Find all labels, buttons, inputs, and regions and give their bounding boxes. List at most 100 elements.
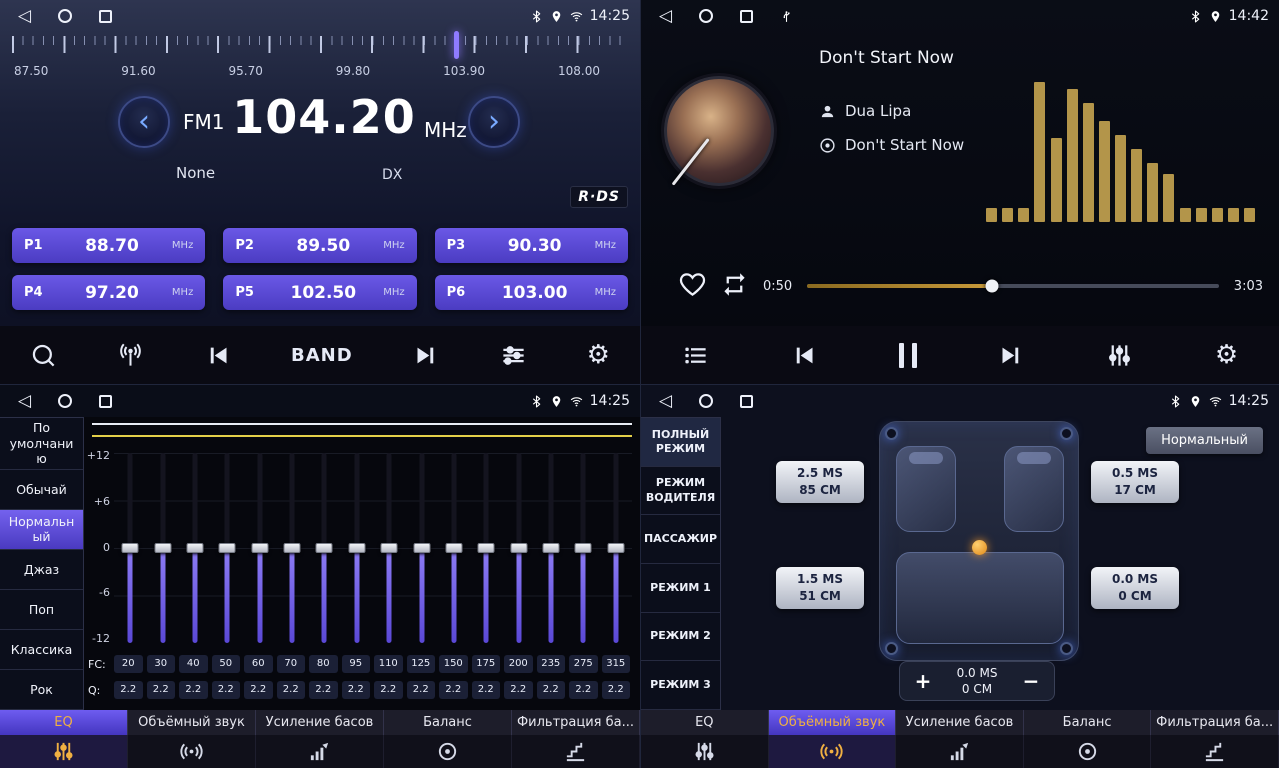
nav-home-icon[interactable] — [699, 9, 713, 23]
eq-slider-knob[interactable] — [381, 543, 398, 553]
tune-down-button[interactable]: ‹ — [118, 96, 170, 148]
preset-button-p4[interactable]: P497.20MHz — [12, 275, 205, 310]
eq-slider-knob[interactable] — [251, 543, 268, 553]
delay-increase-button[interactable]: + — [912, 669, 934, 693]
front-right-delay[interactable]: 0.5 MS 17 CM — [1091, 461, 1179, 503]
audio-tab-1[interactable]: EQ — [0, 710, 128, 768]
audio-tab-5[interactable]: Фильтрация ба... — [512, 710, 640, 768]
preset-button-p2[interactable]: P289.50MHz — [223, 228, 416, 263]
audio-tab-3[interactable]: Усиление басов — [256, 710, 384, 768]
next-station-icon[interactable] — [413, 342, 440, 369]
nav-back-icon[interactable]: ◁ — [659, 393, 672, 410]
eq-band-slider[interactable] — [503, 453, 535, 643]
audio-tab-4[interactable]: Баланс — [384, 710, 512, 768]
eq-slider-knob[interactable] — [348, 543, 365, 553]
eq-band-slider[interactable] — [211, 453, 243, 643]
repeat-icon[interactable] — [721, 271, 748, 302]
eq-preset-item[interactable]: Поп — [0, 590, 83, 630]
eq-band-slider[interactable] — [179, 453, 211, 643]
frequency-scale[interactable] — [12, 36, 626, 60]
sound-preset-button[interactable]: Нормальный — [1146, 427, 1263, 454]
nav-home-icon[interactable] — [699, 394, 713, 408]
nav-recents-icon[interactable] — [99, 395, 112, 408]
audio-tab-2[interactable]: Объёмный звук — [769, 710, 897, 768]
audio-tab-5[interactable]: Фильтрация ба... — [1151, 710, 1279, 768]
settings-icon[interactable]: ⚙ — [1215, 342, 1238, 368]
rear-left-delay[interactable]: 1.5 MS 51 CM — [776, 567, 864, 609]
eq-slider-knob[interactable] — [510, 543, 527, 553]
eq-slider-knob[interactable] — [478, 543, 495, 553]
rear-right-delay[interactable]: 0.0 MS 0 CM — [1091, 567, 1179, 609]
nav-back-icon[interactable]: ◁ — [659, 8, 672, 25]
audio-tab-2[interactable]: Объёмный звук — [128, 710, 256, 768]
progress-slider[interactable] — [807, 284, 1219, 288]
preset-button-p3[interactable]: P390.30MHz — [435, 228, 628, 263]
eq-band-slider[interactable] — [114, 453, 146, 643]
eq-band-slider[interactable] — [535, 453, 567, 643]
tune-up-button[interactable]: › — [468, 96, 520, 148]
audio-tab-4[interactable]: Баланс — [1024, 710, 1152, 768]
eq-band-slider[interactable] — [244, 453, 276, 643]
eq-band-slider[interactable] — [308, 453, 340, 643]
surround-mode-item[interactable]: РЕЖИМ 2 — [641, 613, 720, 662]
playlist-icon[interactable] — [682, 342, 709, 369]
surround-mode-item[interactable]: ПОЛНЫЙ РЕЖИМ — [641, 418, 720, 467]
eq-band-slider[interactable] — [373, 453, 405, 643]
rear-right-speaker-icon[interactable] — [1060, 642, 1073, 655]
surround-mode-item[interactable]: РЕЖИМ 1 — [641, 564, 720, 613]
eq-band-slider[interactable] — [567, 453, 599, 643]
eq-band-slider[interactable] — [438, 453, 470, 643]
preset-button-p6[interactable]: P6103.00MHz — [435, 275, 628, 310]
surround-mode-item[interactable]: РЕЖИМ 3 — [641, 661, 720, 710]
eq-preset-item[interactable]: По умолчанию — [0, 418, 83, 470]
preset-button-p5[interactable]: P5102.50MHz — [223, 275, 416, 310]
nav-back-icon[interactable]: ◁ — [18, 393, 31, 410]
settings-icon[interactable]: ⚙ — [587, 342, 610, 368]
band-button[interactable]: BAND — [291, 345, 353, 366]
scan-icon[interactable] — [30, 342, 57, 369]
front-left-delay[interactable]: 2.5 MS 85 CM — [776, 461, 864, 503]
nav-home-icon[interactable] — [58, 9, 72, 23]
eq-band-slider[interactable] — [405, 453, 437, 643]
eq-preset-item[interactable]: Обычай — [0, 470, 83, 510]
eq-slider-knob[interactable] — [607, 543, 624, 553]
audio-tab-3[interactable]: Усиление басов — [896, 710, 1024, 768]
delay-decrease-button[interactable]: − — [1020, 669, 1042, 693]
eq-band-slider[interactable] — [276, 453, 308, 643]
broadcast-icon[interactable] — [117, 342, 144, 369]
rear-left-speaker-icon[interactable] — [885, 642, 898, 655]
eq-slider-knob[interactable] — [219, 543, 236, 553]
nav-back-icon[interactable]: ◁ — [18, 8, 31, 25]
eq-band-slider[interactable] — [146, 453, 178, 643]
eq-preset-item[interactable]: Классика — [0, 630, 83, 670]
equalizer-icon[interactable] — [500, 342, 527, 369]
preset-button-p1[interactable]: P188.70MHz — [12, 228, 205, 263]
eq-slider-knob[interactable] — [575, 543, 592, 553]
front-right-speaker-icon[interactable] — [1060, 427, 1073, 440]
eq-slider-knob[interactable] — [284, 543, 301, 553]
surround-mode-item[interactable]: РЕЖИМ ВОДИТЕЛЯ — [641, 467, 720, 516]
eq-slider-knob[interactable] — [186, 543, 203, 553]
nav-recents-icon[interactable] — [99, 10, 112, 23]
previous-station-icon[interactable] — [204, 342, 231, 369]
nav-home-icon[interactable] — [58, 394, 72, 408]
nav-recents-icon[interactable] — [740, 10, 753, 23]
eq-slider-knob[interactable] — [413, 543, 430, 553]
eq-slider-knob[interactable] — [543, 543, 560, 553]
pause-icon[interactable] — [899, 343, 917, 368]
mixer-icon[interactable] — [1106, 342, 1133, 369]
eq-band-slider[interactable] — [341, 453, 373, 643]
front-left-speaker-icon[interactable] — [885, 427, 898, 440]
eq-preset-item[interactable]: Нормальный — [0, 510, 83, 550]
eq-band-slider[interactable] — [600, 453, 632, 643]
eq-slider-knob[interactable] — [316, 543, 333, 553]
surround-mode-item[interactable]: ПАССАЖИР — [641, 515, 720, 564]
eq-slider-knob[interactable] — [154, 543, 171, 553]
eq-preset-item[interactable]: Рок — [0, 670, 83, 710]
listening-position-marker[interactable] — [972, 540, 987, 555]
eq-slider-knob[interactable] — [445, 543, 462, 553]
eq-preset-item[interactable]: Джаз — [0, 550, 83, 590]
progress-knob[interactable] — [986, 280, 999, 293]
nav-recents-icon[interactable] — [740, 395, 753, 408]
previous-track-icon[interactable] — [790, 342, 817, 369]
